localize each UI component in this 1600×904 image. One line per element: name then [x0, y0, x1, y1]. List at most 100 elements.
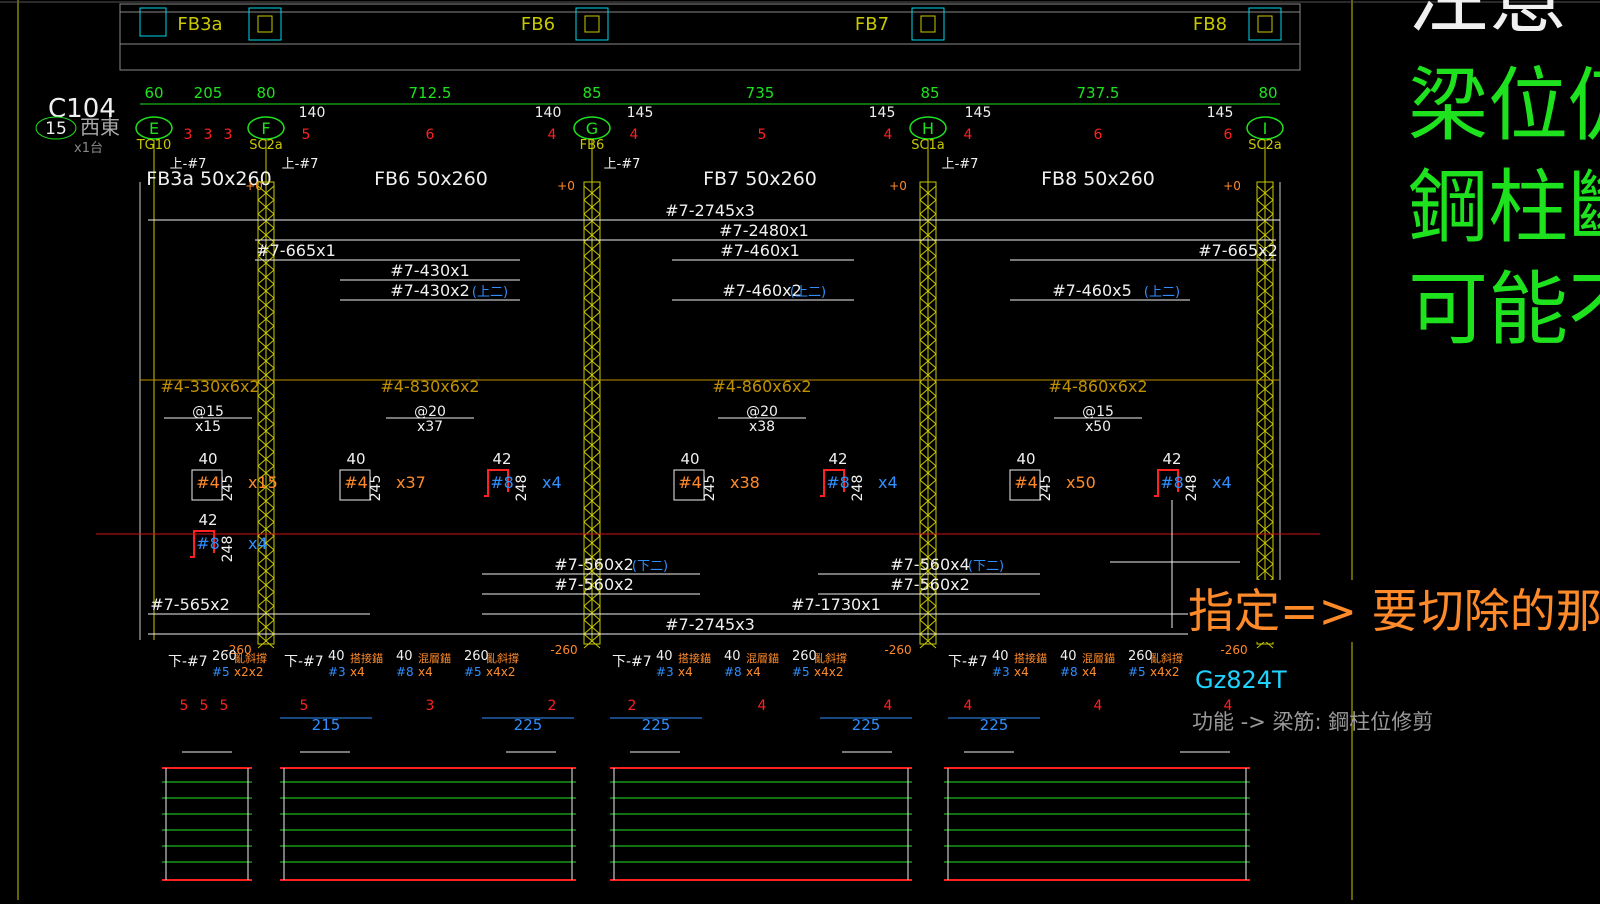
top-strip-beam-label: FB7	[855, 14, 889, 35]
lower-rebar-count: 4	[884, 698, 893, 714]
beam-top-bar-label: 上-#7	[942, 157, 979, 172]
annotation-line-1: 注意	[1408, 0, 1568, 46]
cad-drawing-area[interactable]: FB3a FB6 FB7 FB8 60 205 80 712.5 85 735 85 737.5 80 1…	[0, 0, 1600, 900]
top-strip-frame	[119, 3, 1301, 71]
axis-subdimension-value: 140	[535, 105, 562, 121]
bottom-item-times: x4x2	[1150, 665, 1179, 679]
rebar-count-marker: 5	[758, 127, 767, 143]
bottom-item-bar: #5	[464, 665, 482, 679]
stirrup-count: x37	[396, 473, 426, 492]
stirrup-count-label: x15	[195, 419, 221, 435]
lower-rebar-count: 2	[548, 698, 557, 714]
bottom-item-times: x4	[1082, 665, 1097, 679]
stirrup-count-label: x38	[749, 419, 775, 435]
top-strip-column-core	[257, 15, 273, 33]
beam-top-bar-label: 上-#7	[170, 157, 207, 172]
stirrup-height-label: 248	[1184, 475, 1200, 502]
rebar-count-marker: 6	[1094, 127, 1103, 143]
stirrup-width-label: 40	[346, 450, 365, 468]
top-strip-beam-label: FB6	[521, 14, 555, 35]
top-rebar-tag: (上二)	[472, 285, 508, 300]
stirrup-height-label: 248	[220, 536, 236, 563]
lower-rebar-count: 4	[1094, 698, 1103, 714]
rebar-count-marker: 4	[548, 127, 557, 143]
grid-axis-label: I	[1263, 119, 1268, 138]
bottom-item-times: x4	[1014, 665, 1029, 679]
annotation-line-2: 梁位仍	[1408, 59, 1600, 152]
top-strip-column-core	[920, 15, 936, 33]
rebar-count-marker: 3	[224, 127, 233, 143]
bottom-item-value: 40	[328, 649, 345, 664]
rebar-count-marker: 3	[204, 127, 213, 143]
side-rebar-label: #4-860x6x2	[1048, 377, 1147, 396]
cursor-coordinate: Gz824T	[1195, 666, 1287, 694]
title-block-number: 15	[45, 119, 67, 139]
stirrup-bar-label: #8	[196, 534, 220, 553]
bottom-item-kind: 混層錨	[746, 652, 779, 665]
stirrup-width-label: 42	[492, 450, 511, 468]
axis-dimension-value: 85	[920, 84, 939, 102]
beam-offset-label: -260	[884, 643, 911, 657]
bottom-item-bar: #8	[396, 665, 414, 679]
axis-dimension-value: 80	[1258, 84, 1277, 102]
beam-rebar-drawing: FB3a FB6 FB7 FB8 60 205 80 712.5 85 735 85 737.5 80 1…	[0, 0, 1600, 900]
top-rebar-label: #7-430x1	[390, 261, 470, 280]
lower-dimension-value: 225	[852, 716, 881, 734]
rebar-count-marker: 6	[426, 127, 435, 143]
bottom-row-lead: 下-#7	[612, 654, 652, 670]
bottom-item-kind: 亂斜撐	[814, 651, 847, 665]
rebar-count-marker: 5	[302, 127, 311, 143]
stirrup-count: x38	[730, 473, 760, 492]
stirrup-width-label: 40	[680, 450, 699, 468]
stirrup-height-label: 248	[514, 475, 530, 502]
lower-rebar-count: 4	[964, 698, 973, 714]
top-rebar-label: #7-460x5	[1052, 281, 1132, 300]
stirrup-width-label: 40	[198, 450, 217, 468]
bottom-item-bar: #3	[992, 665, 1010, 679]
bottom-item-bar: #3	[328, 665, 346, 679]
stirrup-count-label: x50	[1085, 419, 1111, 435]
stirrup-count: x4	[248, 534, 268, 553]
command-line: 功能 -> 梁筋: 鋼柱位修剪	[1192, 710, 1434, 734]
bottom-item-bar: #5	[212, 665, 230, 679]
command-prompt-cursor-text: 指定=> 要切除的那	[1188, 580, 1600, 642]
bottom-row-lead: 下-#7	[948, 654, 988, 670]
bottom-item-times: x4x2	[814, 665, 843, 679]
stirrup-height-label: 245	[220, 475, 236, 502]
bottom-item-kind: 混層錨	[418, 652, 451, 665]
stirrup-count: x4	[1212, 473, 1232, 492]
top-rebar-tag: (上二)	[790, 285, 826, 300]
lower-rebar-count: 5	[300, 698, 309, 714]
bottom-item-bar: #8	[1060, 665, 1078, 679]
beam-offset-label: +0	[1223, 179, 1241, 193]
lower-dimension-value: 225	[642, 716, 671, 734]
stirrup-bar-label: #4	[678, 473, 702, 492]
lower-rebar-count: 5	[180, 698, 189, 714]
axis-subdimension-value: 145	[965, 105, 992, 121]
bottom-item-value: 40	[992, 649, 1009, 664]
grid-axis-label: G	[586, 119, 598, 138]
lower-rebar-count: 5	[200, 698, 209, 714]
stirrup-height-label: 245	[702, 475, 718, 502]
bottom-item-times: x4	[350, 665, 365, 679]
bottom-item-bar: #3	[656, 665, 674, 679]
grid-axis-label: H	[922, 119, 934, 138]
bottom-rebar-label: #7-560x2	[554, 555, 634, 574]
axis-dimension-value: 735	[746, 84, 775, 102]
top-rebar-label: #7-2480x1	[719, 221, 809, 240]
beam-offset-label: +0	[557, 179, 575, 193]
bottom-item-kind: 搭接錨	[678, 652, 711, 665]
annotation-line-4: 可能不	[1408, 263, 1600, 356]
bottom-rebar-label: #7-560x4	[890, 555, 970, 574]
top-rebar-label: #7-665x2	[1198, 241, 1278, 260]
top-strip-column-box	[1248, 7, 1282, 41]
axis-dimension-value: 60	[144, 84, 163, 102]
stirrup-height-label: 245	[368, 475, 384, 502]
bottom-item-value: 40	[724, 649, 741, 664]
axis-dimension-value: 80	[256, 84, 275, 102]
bottom-item-times: x4	[678, 665, 693, 679]
bottom-item-kind: 亂斜撐	[486, 651, 519, 665]
rebar-count-marker: 4	[964, 127, 973, 143]
axis-dimension-value: 205	[194, 84, 223, 102]
side-rebar-label: #4-330x6x2	[160, 377, 259, 396]
